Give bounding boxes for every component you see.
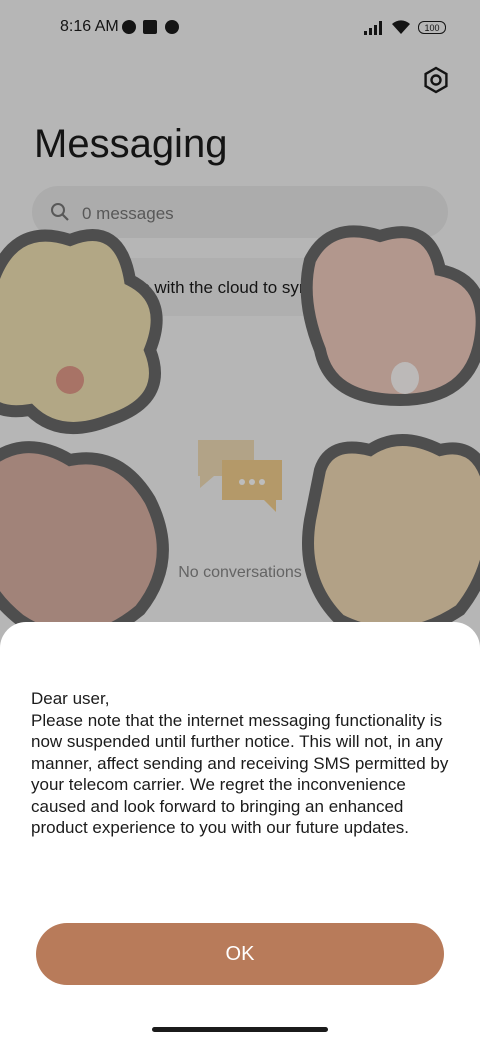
dialog-message: Dear user, Please note that the internet… <box>31 689 449 837</box>
ok-button[interactable]: OK <box>36 923 444 985</box>
home-indicator[interactable] <box>152 1027 328 1032</box>
